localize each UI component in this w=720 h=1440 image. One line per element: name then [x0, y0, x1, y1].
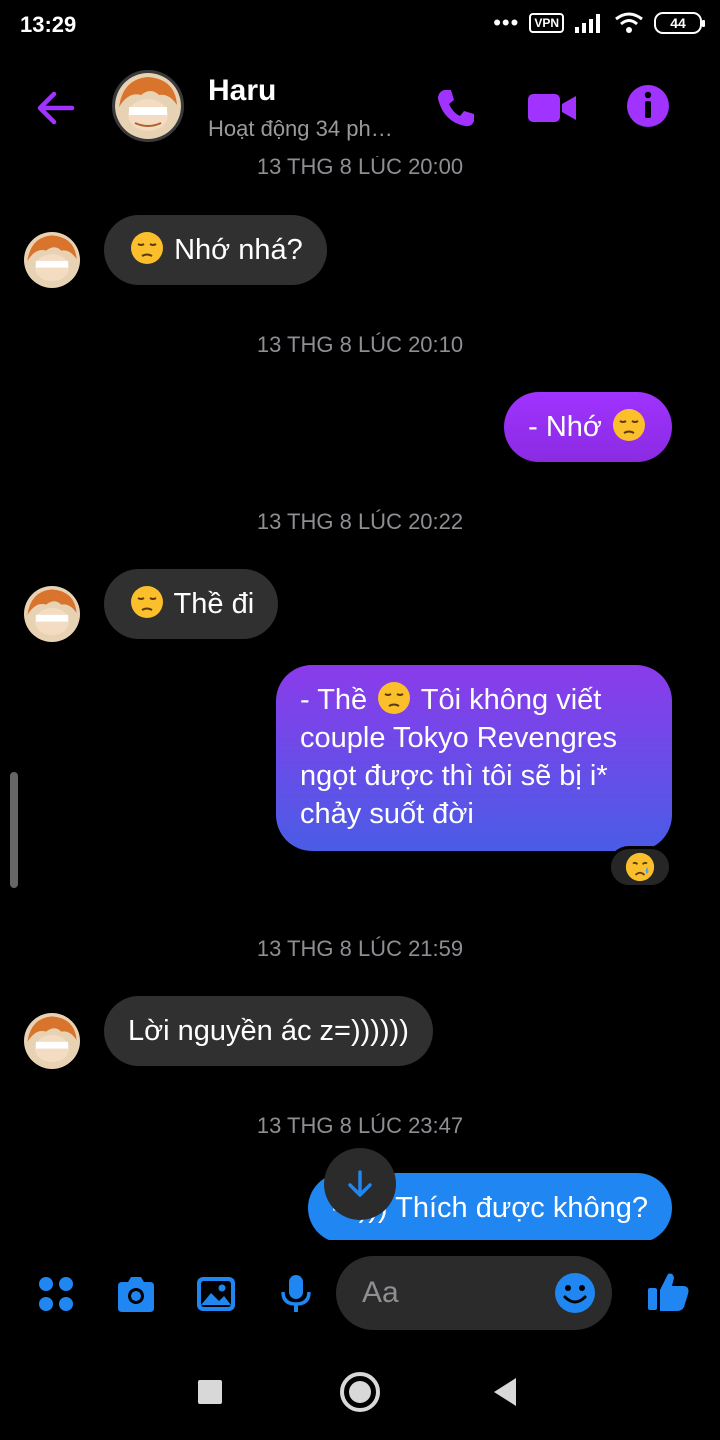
contact-activity-status: Hoạt động 34 ph…	[208, 116, 393, 141]
contact-avatar[interactable]	[112, 70, 184, 142]
thumbs-up-icon[interactable]	[646, 1268, 692, 1314]
message-input-placeholder: Aa	[362, 1276, 399, 1309]
incoming-message[interactable]: Thề đi	[104, 569, 279, 639]
message-text: - Nhớ	[528, 411, 602, 443]
message-text: Thề đi	[173, 588, 255, 620]
sender-avatar[interactable]	[24, 1013, 80, 1069]
crying-face-icon	[625, 852, 655, 882]
image-icon[interactable]	[194, 1272, 238, 1316]
scroll-to-bottom-button[interactable]	[324, 1148, 396, 1220]
battery-icon: 44	[654, 12, 705, 34]
sender-avatar[interactable]	[24, 586, 80, 642]
message-timestamp: 13 THG 8 LÚC 23:47	[256, 1113, 464, 1138]
outgoing-message[interactable]: - Thề Tôi không viết couple Tokyo Reveng…	[276, 665, 672, 851]
message-input[interactable]: Aa	[336, 1256, 612, 1330]
scrollbar[interactable]	[10, 772, 18, 888]
outgoing-message[interactable]: - Nhớ	[504, 392, 672, 462]
recents-button[interactable]	[198, 1380, 222, 1404]
signal-icon	[575, 14, 600, 33]
system-back-button[interactable]	[494, 1378, 516, 1406]
incoming-message[interactable]: Nhớ nhá?	[104, 215, 327, 285]
video-camera-icon[interactable]	[526, 84, 578, 132]
sender-avatar[interactable]	[24, 232, 80, 288]
contact-name[interactable]: Haru	[208, 74, 276, 108]
system-navigation-bar	[0, 1350, 720, 1440]
message-timestamp: 13 THG 8 LÚC 20:22	[256, 509, 464, 534]
pensive-face-icon	[378, 682, 411, 714]
message-list[interactable]: 13 THG 8 LÚC 20:00 Nhớ nhá? 13 THG 8 LÚC…	[0, 156, 720, 1240]
status-bar: 13:29 ••• VPN 44	[0, 0, 720, 52]
pensive-face-icon	[131, 586, 163, 618]
message-reaction[interactable]	[608, 846, 672, 888]
message-timestamp: 13 THG 8 LÚC 21:59	[256, 936, 464, 961]
vpn-icon: VPN	[529, 13, 564, 33]
apps-icon[interactable]	[34, 1272, 78, 1316]
emoji-icon[interactable]	[554, 1272, 596, 1314]
phone-icon[interactable]	[432, 84, 480, 132]
status-icons: ••• VPN 44	[493, 10, 705, 35]
status-time: 13:29	[20, 12, 77, 37]
pensive-face-icon	[613, 409, 645, 441]
back-arrow-icon[interactable]	[32, 84, 80, 132]
camera-icon[interactable]	[114, 1272, 158, 1316]
arrow-down-icon	[348, 1170, 372, 1197]
message-text: Nhớ nhá?	[174, 234, 303, 266]
wifi-icon	[615, 12, 643, 33]
message-text: Lời nguyền ác z=))))))	[128, 1015, 409, 1047]
microphone-icon[interactable]	[274, 1272, 318, 1316]
message-timestamp: 13 THG 8 LÚC 20:10	[256, 332, 464, 357]
message-composer: Aa	[0, 1250, 720, 1340]
notification-dots: •••	[493, 10, 520, 35]
incoming-message[interactable]: Lời nguyền ác z=))))))	[104, 996, 433, 1066]
chat-header: Haru Hoạt động 34 ph…	[0, 60, 720, 156]
pensive-face-icon	[131, 232, 163, 264]
message-text-prefix: - Thề	[300, 684, 368, 716]
home-button[interactable]	[340, 1372, 380, 1412]
info-icon[interactable]	[624, 82, 672, 130]
message-timestamp: 13 THG 8 LÚC 20:00	[256, 156, 464, 179]
